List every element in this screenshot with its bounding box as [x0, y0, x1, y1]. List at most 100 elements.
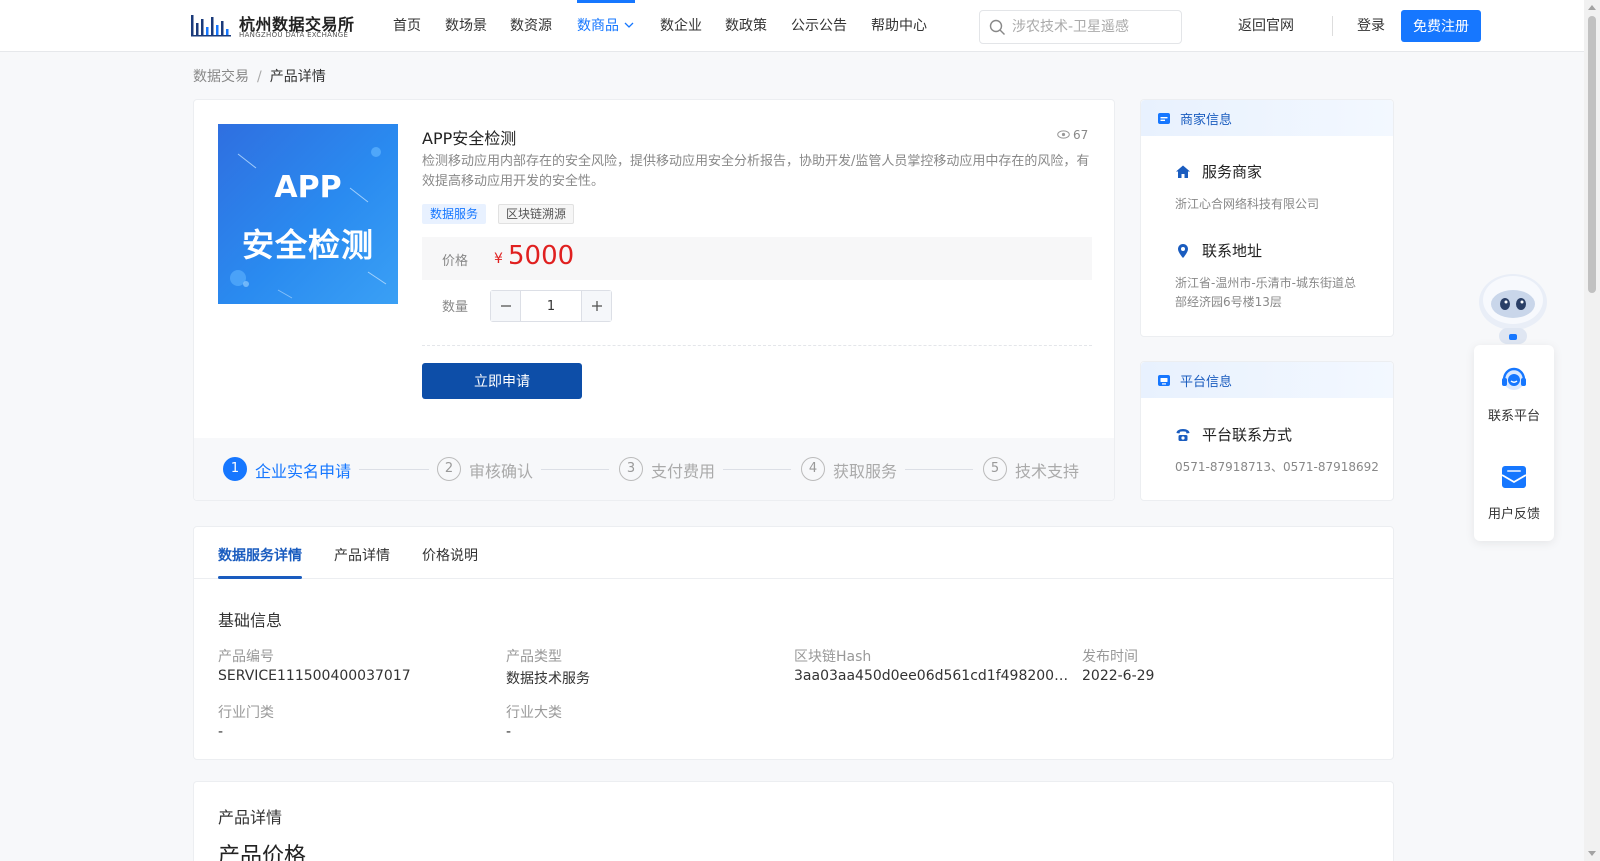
- site-logo[interactable]: 杭州数据交易所 HANGZHOU DATA EXCHANGE: [191, 9, 356, 43]
- top-header: 杭州数据交易所 HANGZHOU DATA EXCHANGE 首页 数场景 数资…: [0, 0, 1584, 52]
- nav-products-label: 数商品: [577, 18, 619, 34]
- process-steps: 1 企业实名申请 2 审核确认 3 支付费用 4 获取服务 5 技术支持: [194, 438, 1114, 500]
- merchant-info-header: 商家信息: [1141, 100, 1393, 136]
- nav-policies[interactable]: 数政策: [725, 0, 767, 52]
- register-button[interactable]: 免费注册: [1401, 10, 1481, 42]
- page-scrollbar[interactable]: [1584, 0, 1600, 861]
- product-price-heading: 产品价格: [218, 844, 307, 861]
- step-connector: [541, 469, 609, 470]
- merchant-info-title: 商家信息: [1180, 113, 1233, 128]
- price-label: 价格: [442, 254, 469, 269]
- merchant-info-card: 商家信息 服务商家 浙江心合网络科技有限公司 联系地址 浙江省-温州市-乐清市-…: [1140, 99, 1394, 337]
- product-description: 检测移动应用内部存在的安全风险，提供移动应用安全分析报告，协助开发/监管人员掌控…: [422, 154, 1090, 189]
- tab-data-service-detail[interactable]: 数据服务详情: [218, 545, 302, 565]
- service-detail-card: 数据服务详情 产品详情 价格说明 基础信息 产品编号 SERVICE111500…: [193, 526, 1394, 760]
- step-5-number: 5: [983, 457, 1007, 481]
- product-detail-card: 产品详情 产品价格: [193, 781, 1394, 861]
- header-divider: [1332, 16, 1333, 36]
- platform-icon: [1158, 375, 1170, 386]
- contact-platform-button[interactable]: 联系平台: [1474, 345, 1554, 443]
- logo-en-text: HANGZHOU DATA EXCHANGE: [239, 31, 349, 39]
- platform-contact-title: 平台联系方式: [1202, 426, 1293, 444]
- platform-info-header: 平台信息: [1141, 362, 1393, 398]
- blockchain-hash-label: 区块链Hash: [794, 649, 872, 665]
- search-icon[interactable]: [989, 19, 1006, 36]
- dashed-divider: [422, 345, 1092, 346]
- contact-address-title: 联系地址: [1202, 242, 1263, 260]
- headset-icon: [1502, 367, 1526, 390]
- tab-product-detail[interactable]: 产品详情: [334, 545, 390, 565]
- basic-info-title: 基础信息: [218, 611, 283, 630]
- platform-phone-numbers: 0571-87918713、0571-87918692: [1175, 460, 1379, 474]
- active-tab-indicator: [218, 576, 302, 579]
- industry-category-value: -: [218, 724, 224, 740]
- floating-help-panel: 联系平台 用户反馈: [1474, 345, 1554, 541]
- scroll-up-arrow[interactable]: [1588, 5, 1596, 10]
- blockchain-hash-value: 3aa03aa450d0ee06d561cd1f498200076d…: [794, 668, 1072, 684]
- industry-class-label: 行业大类: [506, 705, 562, 721]
- breadcrumb: 数据交易 / 产品详情: [193, 66, 326, 86]
- eye-icon: [1057, 130, 1070, 139]
- breadcrumb-root[interactable]: 数据交易: [193, 69, 249, 85]
- view-count: 67: [1057, 128, 1088, 142]
- scroll-down-arrow[interactable]: [1588, 851, 1596, 856]
- apply-now-button[interactable]: 立即申请: [422, 363, 582, 399]
- price-currency: ¥: [494, 251, 503, 267]
- step-1-label: 企业实名申请: [255, 462, 352, 481]
- step-2-number: 2: [437, 457, 461, 481]
- user-feedback-label: 用户反馈: [1487, 507, 1540, 522]
- step-connector: [359, 469, 429, 470]
- login-link[interactable]: 登录: [1357, 0, 1385, 52]
- image-text-line2: 安全检测: [241, 226, 374, 264]
- back-to-official-link[interactable]: 返回官网: [1238, 0, 1294, 52]
- step-3-label: 支付费用: [651, 462, 716, 481]
- step-3-number: 3: [619, 457, 643, 481]
- image-decoration-icon: [230, 147, 387, 299]
- product-code-label: 产品编号: [218, 649, 274, 665]
- breadcrumb-current: 产品详情: [269, 69, 326, 85]
- chevron-down-icon: [624, 22, 634, 28]
- tab-price-description[interactable]: 价格说明: [422, 545, 478, 565]
- step-4-label: 获取服务: [833, 462, 898, 481]
- product-type-label: 产品类型: [506, 649, 562, 665]
- publish-date-label: 发布时间: [1082, 649, 1138, 665]
- robot-assistant-icon[interactable]: [1473, 270, 1553, 346]
- quantity-decrease-button[interactable]: [491, 291, 521, 321]
- quantity-stepper: [490, 290, 612, 322]
- breadcrumb-separator: /: [257, 69, 262, 85]
- nav-announcements[interactable]: 公示公告: [791, 0, 847, 52]
- quantity-label: 数量: [442, 300, 469, 315]
- quantity-increase-button[interactable]: [581, 291, 611, 321]
- product-detail-title: 产品详情: [218, 808, 283, 827]
- product-code-value: SERVICE111500400037017: [218, 668, 411, 684]
- service-merchant-name: 浙江心合网络科技有限公司: [1175, 197, 1320, 211]
- contact-platform-label: 联系平台: [1487, 409, 1540, 424]
- search-input[interactable]: [1012, 11, 1177, 43]
- nav-enterprises[interactable]: 数企业: [660, 0, 702, 52]
- step-1-number: 1: [223, 457, 247, 481]
- tabs-divider: [194, 578, 1393, 579]
- quantity-input[interactable]: [521, 291, 581, 321]
- contact-address-text: 浙江省-温州市-乐清市-城东街道总部经济园6号楼13层: [1175, 276, 1356, 309]
- nav-help-center[interactable]: 帮助中心: [871, 0, 927, 52]
- scrollbar-thumb[interactable]: [1588, 16, 1596, 293]
- home-icon: [1176, 165, 1190, 178]
- platform-info-title: 平台信息: [1180, 375, 1233, 390]
- product-title: APP安全检测: [422, 129, 517, 148]
- location-pin-icon: [1178, 244, 1188, 258]
- plus-icon: [592, 301, 602, 311]
- nav-resources[interactable]: 数资源: [510, 0, 552, 52]
- product-card: APP 安全检测 APP安全检测 67 检测移动应用内部存在的安全风险，提供移动…: [193, 99, 1115, 501]
- user-feedback-button[interactable]: 用户反馈: [1474, 443, 1554, 541]
- nav-scenes[interactable]: 数场景: [445, 0, 487, 52]
- search-box: [979, 10, 1182, 44]
- nav-products[interactable]: 数商品: [577, 0, 635, 52]
- nav-home[interactable]: 首页: [393, 0, 421, 52]
- phone-icon: [1176, 429, 1190, 441]
- feedback-mail-icon: [1501, 466, 1527, 488]
- tag-data-service: 数据服务: [422, 204, 487, 224]
- platform-info-card: 平台信息 平台联系方式 0571-87918713、0571-87918692: [1140, 361, 1394, 501]
- tag-blockchain: 区块链溯源: [498, 204, 575, 224]
- price-value: 5000: [508, 241, 575, 271]
- minus-icon: [501, 305, 511, 307]
